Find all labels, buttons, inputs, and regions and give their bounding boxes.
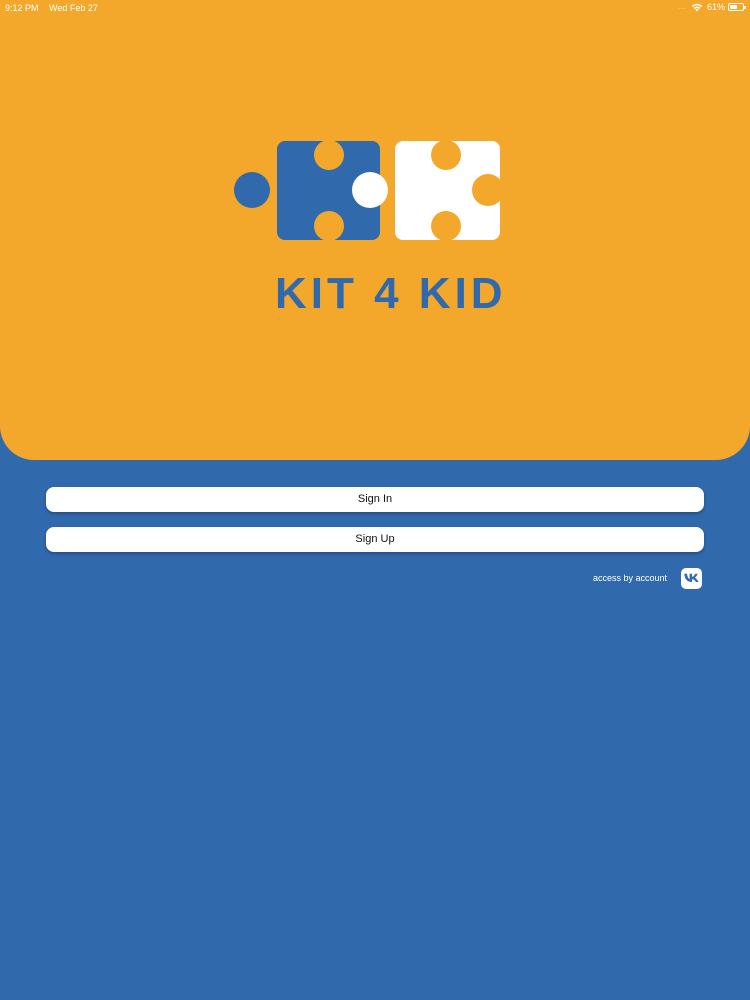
cell-signal-icon: .... (678, 3, 686, 11)
battery-icon (728, 3, 746, 11)
vk-icon (684, 573, 699, 582)
status-bar: 9:12 PM Wed Feb 27 .... 61% (0, 0, 750, 16)
wifi-icon (691, 3, 703, 11)
battery-fill (730, 5, 738, 9)
status-date: Wed Feb 27 (49, 3, 98, 13)
battery-percent: 61% (706, 2, 725, 12)
vk-login-button[interactable] (681, 567, 702, 589)
app-logo-text: KIT 4 KID (275, 269, 507, 318)
sign-in-button[interactable]: Sign In (46, 487, 704, 512)
sign-up-button[interactable]: Sign Up (46, 527, 704, 552)
status-right: .... 61% (678, 2, 746, 12)
access-by-account-label: access by account (592, 573, 667, 583)
social-access-row: access by account (593, 567, 702, 589)
status-time: 9:12 PM (5, 3, 39, 13)
status-left: 9:12 PM Wed Feb 27 (5, 3, 106, 13)
puzzle-pieces-icon (234, 140, 503, 241)
